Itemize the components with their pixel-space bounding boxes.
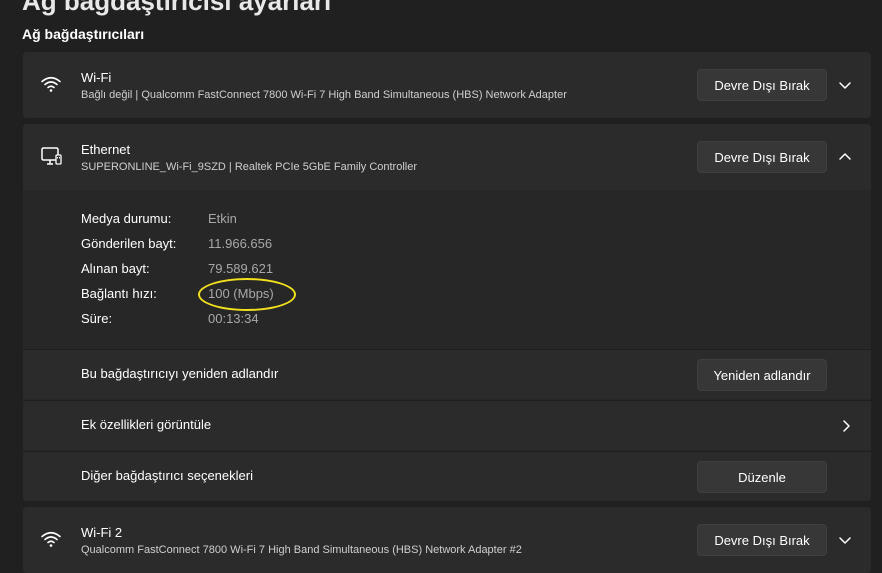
adapter-description: Bağlı değil | Qualcomm FastConnect 7800 … (81, 89, 567, 101)
wifi-icon (41, 76, 61, 92)
property-value: 00:13:34 (208, 311, 259, 326)
property-label: Gönderilen bayt: (81, 236, 177, 251)
property-label: Bağlantı hızı: (81, 286, 157, 301)
chevron-right-icon (843, 420, 850, 432)
adapter-description: Qualcomm FastConnect 7800 Wi-Fi 7 High B… (81, 544, 522, 556)
property-label: Medya durumu: (81, 211, 172, 226)
rename-adapter-label: Bu bağdaştırıcıyı yeniden adlandır (81, 366, 279, 381)
adapter-card-wifi-2[interactable]: Wi-Fi 2 Qualcomm FastConnect 7800 Wi-Fi … (23, 507, 871, 573)
edit-button[interactable]: Düzenle (697, 461, 827, 493)
adapter-properties: Medya durumu: Etkin Gönderilen bayt: 11.… (23, 191, 871, 348)
adapter-description: SUPERONLINE_Wi-Fi_9SZD | Realtek PCIe 5G… (81, 161, 418, 173)
rename-adapter-row: Bu bağdaştırıcıyı yeniden adlandır Yenid… (23, 349, 871, 399)
property-value: 11.966.656 (208, 236, 273, 251)
more-properties-row[interactable]: Ek özellikleri görüntüle (23, 400, 871, 450)
adapter-header-ethernet[interactable]: Ethernet SUPERONLINE_Wi-Fi_9SZD | Realte… (23, 124, 871, 190)
highlight-annotation (198, 278, 296, 311)
chevron-up-icon[interactable] (835, 147, 855, 167)
other-options-label: Diğer bağdaştırıcı seçenekleri (81, 468, 253, 483)
chevron-down-icon[interactable] (835, 530, 855, 550)
adapter-name: Wi-Fi 2 (81, 525, 123, 540)
property-value: 79.589.621 (208, 261, 274, 276)
property-value: Etkin (208, 211, 237, 226)
adapter-name: Wi-Fi (81, 70, 112, 85)
disable-button[interactable]: Devre Dışı Bırak (697, 524, 827, 556)
wifi-icon (41, 531, 61, 547)
rename-button[interactable]: Yeniden adlandır (697, 359, 827, 391)
more-properties-label: Ek özellikleri görüntüle (81, 417, 212, 432)
chevron-down-icon[interactable] (835, 75, 855, 95)
adapter-card-ethernet: Ethernet SUPERONLINE_Wi-Fi_9SZD | Realte… (23, 124, 871, 501)
ethernet-icon (41, 147, 62, 165)
property-label: Alınan bayt: (81, 261, 150, 276)
adapter-name: Ethernet (81, 142, 131, 157)
disable-button[interactable]: Devre Dışı Bırak (697, 69, 827, 101)
property-label: Süre: (81, 311, 113, 326)
other-options-row: Diğer bağdaştırıcı seçenekleri Düzenle (23, 451, 871, 501)
page-heading-clipped: Ağ bağdaştırıcısı ayarları (22, 0, 332, 16)
disable-button[interactable]: Devre Dışı Bırak (697, 141, 827, 173)
section-title: Ağ bağdaştırıcıları (22, 26, 145, 42)
adapter-card-wifi[interactable]: Wi-Fi Bağlı değil | Qualcomm FastConnect… (23, 52, 871, 118)
